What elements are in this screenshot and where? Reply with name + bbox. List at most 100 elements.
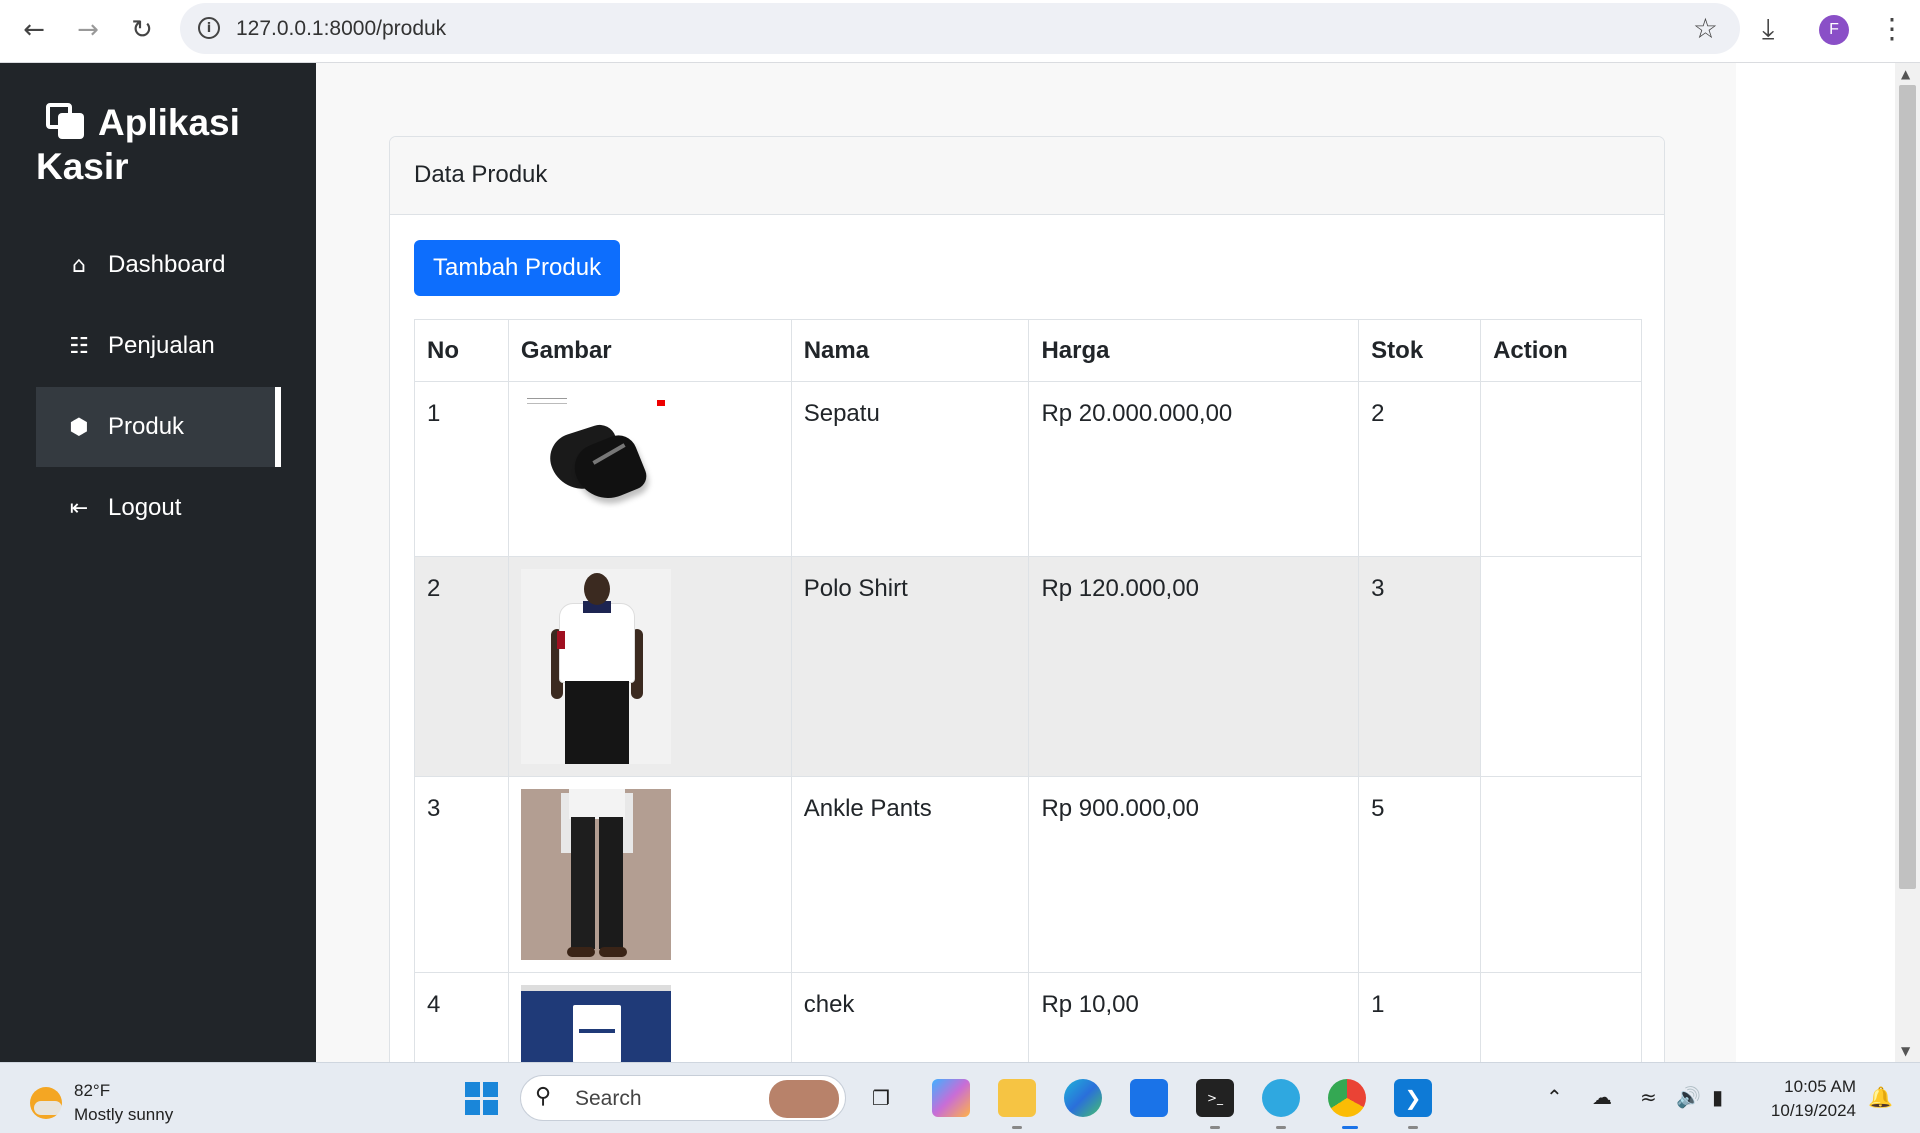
weather-widget[interactable]: 82°F Mostly sunny	[30, 1079, 173, 1127]
cell-no: 3	[414, 776, 509, 973]
box-icon: ⬢	[69, 414, 89, 440]
notification-icon[interactable]: 🔔	[1868, 1085, 1893, 1109]
cell-action	[1480, 556, 1642, 777]
column-header: Harga	[1028, 319, 1360, 382]
cell-action	[1480, 776, 1642, 973]
profile-avatar[interactable]: F	[1819, 15, 1849, 45]
weather-desc: Mostly sunny	[74, 1105, 174, 1124]
cell-action	[1480, 381, 1642, 557]
taskbar-search[interactable]: ⚲ Search	[520, 1075, 846, 1121]
cell-no: 4	[414, 972, 509, 1075]
chrome-icon[interactable]	[1328, 1079, 1366, 1117]
cell-harga: Rp 900.000,00	[1028, 776, 1360, 973]
search-highlight-image	[769, 1080, 839, 1118]
column-header: No	[414, 319, 509, 382]
cell-nama: Sepatu	[790, 381, 1030, 557]
column-header: Nama	[790, 319, 1030, 382]
table-row: 1 Sepatu Rp 20.000.000,00 2	[414, 381, 1642, 557]
download-icon[interactable]: ⤓	[1762, 12, 1774, 46]
star-icon[interactable]: ☆	[1693, 12, 1718, 45]
column-header: Action	[1480, 319, 1642, 382]
column-header: Gambar	[507, 319, 792, 382]
cell-harga: Rp 120.000,00	[1028, 556, 1360, 777]
terminal-icon[interactable]: >_	[1196, 1079, 1234, 1117]
sidebar-item-label: Dashboard	[108, 251, 226, 278]
window-icon	[46, 103, 86, 139]
sidebar-item-dashboard[interactable]: ⌂ Dashboard	[36, 225, 281, 305]
cell-harga: Rp 20.000.000,00	[1028, 381, 1360, 557]
edge-icon[interactable]	[1064, 1079, 1102, 1117]
product-table: No Gambar Nama Harga Stok Action 1 Sepat…	[414, 319, 1642, 1075]
browser-toolbar: ← → ↻ i 127.0.0.1:8000/produk ☆ ⤓ F ⋮	[0, 0, 1920, 63]
scroll-up-icon[interactable]: ▲	[1901, 67, 1910, 81]
chevron-up-icon[interactable]: ⌃	[1546, 1085, 1563, 1109]
cell-nama: chek	[790, 972, 1030, 1075]
cell-image	[507, 972, 792, 1075]
product-card: Data Produk Tambah Produk No Gambar Nama…	[389, 136, 1665, 1076]
polo-shirt-image	[520, 569, 671, 764]
main-content: Data Produk Tambah Produk No Gambar Nama…	[316, 63, 1736, 1076]
clock[interactable]: 10:05 AM 10/19/2024	[1762, 1075, 1856, 1123]
scrollbar-thumb[interactable]	[1899, 85, 1916, 889]
vertical-scrollbar[interactable]: ▲ ▼	[1895, 63, 1920, 1062]
weather-temp: 82°F	[74, 1081, 111, 1100]
add-product-button[interactable]: Tambah Produk	[414, 240, 621, 296]
search-icon: ⚲	[535, 1084, 552, 1109]
scroll-down-icon[interactable]: ▼	[1901, 1044, 1910, 1058]
cell-stok: 3	[1358, 556, 1482, 777]
cell-no: 1	[414, 381, 509, 557]
sidebar-item-logout[interactable]: ⇤ Logout	[36, 468, 281, 548]
logout-icon: ⇤	[69, 495, 89, 521]
table-row: 4 chek Rp 10,00 1	[414, 972, 1642, 1075]
battery-icon[interactable]: ▮	[1712, 1085, 1723, 1109]
cell-no: 2	[414, 556, 509, 777]
cart-icon: ☷	[69, 333, 89, 359]
app-icon[interactable]	[1262, 1079, 1300, 1117]
file-explorer-icon[interactable]	[998, 1079, 1036, 1117]
table-row: 2 Polo Shirt Rp 120.000,00 3	[414, 556, 1642, 777]
column-header: Stok	[1358, 319, 1482, 382]
back-icon[interactable]: ←	[12, 8, 56, 52]
cell-nama: Polo Shirt	[790, 556, 1030, 777]
weather-icon	[30, 1087, 62, 1119]
kebab-menu-icon[interactable]: ⋮	[1878, 12, 1906, 45]
shoe-image	[520, 394, 671, 524]
cell-action	[1480, 972, 1642, 1075]
ankle-pants-image	[520, 789, 671, 960]
brand: Aplikasi Kasir	[36, 101, 296, 189]
store-icon[interactable]	[1130, 1079, 1168, 1117]
sidebar: Aplikasi Kasir ⌂ Dashboard ☷ Penjualan ⬢…	[0, 63, 316, 1062]
home-icon: ⌂	[72, 252, 86, 278]
vscode-icon[interactable]: ❯	[1394, 1079, 1432, 1117]
search-placeholder: Search	[575, 1087, 642, 1110]
cloud-icon[interactable]: ☁	[1592, 1085, 1612, 1109]
forward-icon[interactable]: →	[66, 8, 110, 52]
info-icon[interactable]: i	[198, 17, 220, 39]
reload-icon[interactable]: ↻	[120, 8, 164, 52]
cell-stok: 5	[1358, 776, 1482, 973]
sidebar-item-label: Penjualan	[108, 332, 215, 359]
sidebar-item-penjualan[interactable]: ☷ Penjualan	[36, 306, 281, 386]
page-margin	[1736, 63, 1895, 1062]
address-bar[interactable]: i 127.0.0.1:8000/produk ☆	[180, 3, 1740, 54]
volume-icon[interactable]: 🔊	[1676, 1085, 1701, 1109]
cell-stok: 2	[1358, 381, 1482, 557]
url-text[interactable]: 127.0.0.1:8000/produk	[236, 17, 446, 41]
taskbar: 82°F Mostly sunny ⚲ Search ❐ >_ ❯ ⌃ ☁ ≈ …	[0, 1062, 1920, 1133]
card-title: Data Produk	[390, 137, 1664, 215]
cell-image	[507, 776, 792, 973]
clock-date: 10/19/2024	[1770, 1101, 1856, 1120]
cell-stok: 1	[1358, 972, 1482, 1075]
wifi-icon[interactable]: ≈	[1640, 1085, 1657, 1109]
sidebar-item-label: Produk	[108, 413, 185, 440]
task-view-icon[interactable]: ❐	[862, 1079, 900, 1117]
sidebar-item-label: Logout	[108, 494, 182, 521]
cell-nama: Ankle Pants	[790, 776, 1030, 973]
cell-image	[507, 556, 792, 777]
table-row: 3 Ankle Pants Rp 900.000,00 5	[414, 776, 1642, 973]
sidebar-item-produk[interactable]: ⬢ Produk	[36, 387, 281, 467]
cell-image	[507, 381, 792, 557]
clock-time: 10:05 AM	[1784, 1077, 1856, 1096]
copilot-icon[interactable]	[932, 1079, 970, 1117]
start-icon[interactable]	[462, 1079, 500, 1117]
